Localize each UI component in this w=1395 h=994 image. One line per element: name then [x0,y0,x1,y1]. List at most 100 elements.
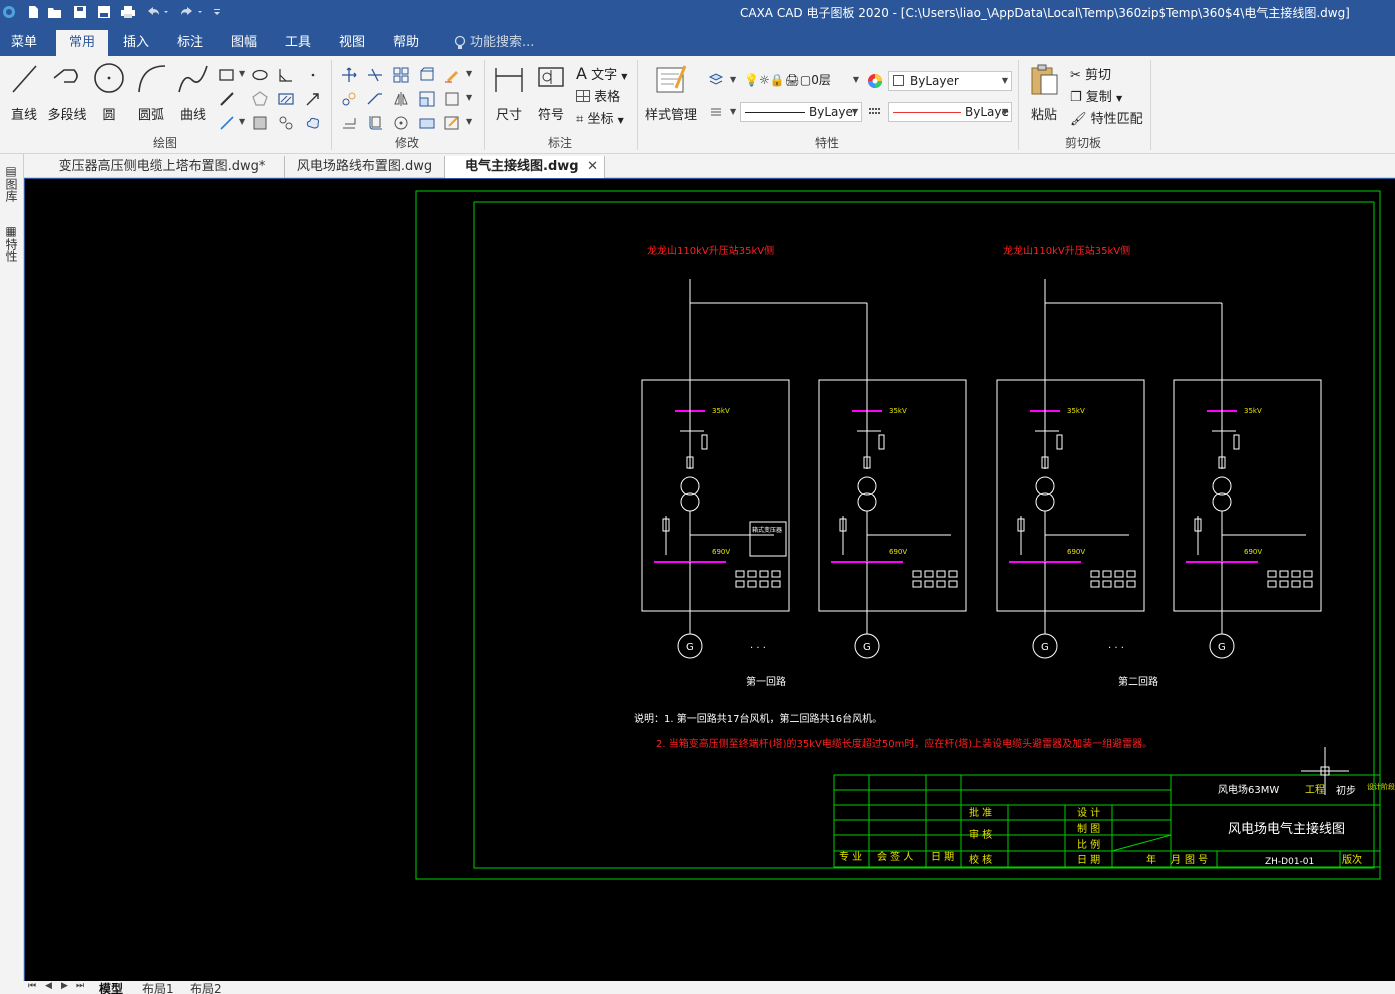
tab-view[interactable]: 视图 [328,30,376,56]
doc-tab-main-wiring[interactable]: 电气主接线图.dwg ✕ [445,156,605,178]
explode-icon[interactable] [443,90,461,108]
unit-1-aux-device [747,580,757,588]
layer-manager-icon[interactable] [707,70,725,88]
lineweight-dropdown[interactable]: ByLaye ▼ [888,102,1012,122]
tab-annotate[interactable]: 标注 [166,30,214,56]
modify-group-title: 修改 [394,136,419,150]
style-manager-button[interactable]: 样式管理 [642,62,700,126]
offset-icon[interactable] [340,114,358,132]
line-button[interactable]: 直线 [6,62,42,126]
trim-icon[interactable] [366,66,384,84]
drawing-canvas[interactable]: 龙龙山110kV升压站35kV侧 龙龙山110kV升压站35kV侧 35kV 69… [25,179,1395,981]
edit-icon[interactable] [443,114,461,132]
close-tab-icon[interactable]: ✕ [587,156,598,178]
point-icon[interactable] [304,66,322,84]
copy-button[interactable]: ❐ 复制 ▼ [1070,86,1122,105]
unit-1-lv-label: 690V [712,548,730,556]
extend-icon[interactable] [366,90,384,108]
tb-stage-label: 工程 [1305,784,1325,796]
lineweight-icon[interactable] [866,103,884,121]
ribbon-tab-bar: 菜单 常用 插入 标注 图幅 工具 视图 帮助 功能搜索... [0,30,1395,56]
hatch-line-icon[interactable] [218,90,236,108]
open-file-icon[interactable] [46,3,64,21]
annotate-group-title: 标注 [547,136,572,150]
cloud-icon[interactable] [304,114,322,132]
last-layout-icon[interactable]: ⏭ [76,981,84,991]
first-layout-icon[interactable]: ⏮ [28,981,36,991]
scale-icon[interactable] [418,90,436,108]
prev-layout-icon[interactable]: ◀ [45,981,52,991]
tab-help[interactable]: 帮助 [382,30,430,56]
polyline-button[interactable]: 多段线 [46,62,88,126]
redo-icon[interactable] [178,3,204,21]
dimension-button[interactable]: 尺寸 [491,62,527,126]
paste-button[interactable]: 粘贴 [1026,62,1062,126]
text-button[interactable]: A 文字 ▼ [576,64,627,83]
rectangle-icon[interactable] [218,66,236,84]
style-manager-label: 样式管理 [644,108,697,123]
doc-tab-route[interactable]: 风电场路线布置图.dwg [285,156,445,178]
copy-object-icon[interactable] [340,90,358,108]
break-icon[interactable] [418,114,436,132]
bus-label-2: 龙龙山110kV升压站35kV侧 [1003,244,1130,257]
tab-menu[interactable]: 菜单 [0,30,48,56]
tab-insert[interactable]: 插入 [112,30,160,56]
customize-toolbar-icon[interactable] [208,3,226,21]
arc-button[interactable]: 圆弧 [134,62,168,126]
wave-line-icon[interactable] [277,114,295,132]
unit-4-aux-device [1279,580,1289,588]
save-as-icon[interactable] [95,3,113,21]
curve-button[interactable]: 曲线 [176,62,210,126]
symbol-button[interactable]: 符号 [533,62,569,126]
cut-button[interactable]: ✂ 剪切 [1070,64,1111,83]
mirror-icon[interactable] [392,90,410,108]
tab-home[interactable]: 常用 [56,30,108,56]
unit-3-generator-label: G [1041,642,1049,653]
print-icon[interactable] [119,3,137,21]
symbol-label: 符号 [537,108,564,123]
eraser-icon[interactable] [443,66,461,84]
feature-search-input[interactable]: 功能搜索... [470,30,550,56]
tab-tools[interactable]: 工具 [274,30,322,56]
match-properties-button[interactable]: 🖌 特性匹配 [1070,108,1143,127]
unit-2-aux-device [948,580,958,588]
drawing-svg[interactable]: 龙龙山110kV升压站35kV侧 龙龙山110kV升压站35kV侧 35kV 69… [25,179,1395,981]
layout-tab-2[interactable]: 布局2 [190,980,222,994]
arrow-icon[interactable] [304,90,322,108]
color-wheel-icon[interactable] [866,72,884,90]
table-button[interactable]: 表格 [576,86,620,105]
linetype-dropdown[interactable]: ByLayer ▼ [740,102,862,122]
color-dropdown[interactable]: ByLayer ▼ [888,71,1012,91]
coordinate-button[interactable]: ⌗ 坐标 ▼ [576,108,624,127]
move-icon[interactable] [340,66,358,84]
side-tab-properties[interactable]: ▦特性 [4,224,20,262]
linetype-icon[interactable] [707,102,725,120]
hatch-icon[interactable] [277,90,295,108]
tab-sheet[interactable]: 图幅 [220,30,268,56]
caxa-cad-window: CAXA CAD 电子图板 2020 - [C:\Users\liao_\App… [0,0,1395,994]
doc-tab-transformer[interactable]: 变压器高压侧电缆上塔布置图.dwg* [40,156,285,178]
fillet-icon[interactable] [366,114,384,132]
save-icon[interactable] [71,3,89,21]
layout-tab-1[interactable]: 布局1 [142,980,174,994]
array-icon[interactable] [392,66,410,84]
stretch-icon[interactable] [418,66,436,84]
layout-tab-model[interactable]: 模型 [99,980,123,994]
text-icon: A [576,64,587,83]
circle-button[interactable]: 圆 [92,62,126,126]
tb-drawing-no-label: 图 号 [1185,854,1208,866]
centerline-icon[interactable] [218,114,236,132]
next-layout-icon[interactable]: ▶ [61,981,68,991]
app-logo-icon[interactable] [0,3,18,21]
rotate-icon[interactable] [392,114,410,132]
block-icon[interactable] [251,114,269,132]
properties-icon: ▦ [4,224,18,238]
layer-dropdown[interactable]: 💡☼🔒🖨▢0层 ▼ [740,71,862,91]
ellipse-icon[interactable] [251,66,269,84]
line-label: 直线 [10,108,37,123]
side-tab-library[interactable]: ▤图库 [4,164,20,202]
chamfer-icon[interactable] [277,66,295,84]
new-file-icon[interactable] [24,3,42,21]
undo-icon[interactable] [144,3,170,21]
polygon-icon[interactable] [251,90,269,108]
